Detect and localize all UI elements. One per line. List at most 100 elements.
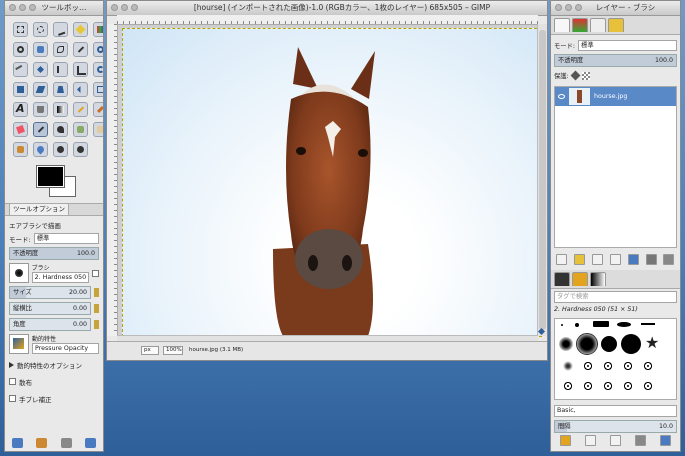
refresh-brushes-icon[interactable] [660, 435, 671, 446]
bucket-fill-tool-icon[interactable] [33, 102, 48, 117]
color-picker-tool-icon[interactable] [73, 42, 88, 57]
aspect-slider[interactable]: 縦横比 0.00 [9, 302, 91, 315]
save-options-icon[interactable] [11, 438, 23, 448]
shear-tool-icon[interactable] [33, 82, 48, 97]
brush-preset[interactable] [603, 361, 613, 371]
visibility-eye-icon[interactable] [558, 94, 565, 99]
brush-preset[interactable] [575, 323, 579, 327]
size-reset-icon[interactable] [94, 288, 99, 297]
vertical-ruler[interactable] [107, 24, 118, 336]
raise-layer-icon[interactable] [592, 254, 604, 265]
opacity-slider[interactable]: 不透明度 100.0 [9, 247, 99, 260]
move-tool-icon[interactable] [33, 62, 48, 77]
tab-undo-icon[interactable] [608, 18, 624, 32]
brush-link-checkbox[interactable] [92, 269, 99, 277]
zoom-icon[interactable] [575, 4, 582, 11]
eraser-tool-icon[interactable] [13, 122, 28, 137]
tab-tool-options[interactable]: ツールオプション [9, 204, 69, 215]
minimize-icon[interactable] [121, 4, 128, 11]
blur-tool-icon[interactable] [33, 142, 48, 157]
brush-tag-filter[interactable]: タグで検索 [554, 291, 677, 303]
unit-select[interactable]: px [141, 346, 159, 355]
tab-paths-icon[interactable] [590, 18, 606, 32]
ink-tool-icon[interactable] [53, 122, 68, 137]
reset-options-icon[interactable] [85, 438, 97, 448]
brush-preset[interactable] [643, 381, 653, 391]
lock-alpha-icon[interactable] [581, 71, 590, 80]
zoom-icon[interactable] [29, 4, 36, 11]
lock-pixels-icon[interactable] [570, 70, 581, 81]
rect-select-tool-icon[interactable] [13, 22, 28, 37]
zoom-select[interactable]: 100% [163, 346, 183, 355]
anchor-layer-icon[interactable] [645, 254, 657, 265]
perspective-clone-tool-icon[interactable] [13, 142, 28, 157]
duplicate-layer-icon[interactable] [627, 254, 639, 265]
tab-channels-icon[interactable] [572, 18, 588, 32]
brush-preset[interactable] [603, 381, 613, 391]
delete-brush-icon[interactable] [635, 435, 646, 446]
layer-row[interactable]: hourse.jpg [555, 87, 676, 106]
horizontal-ruler[interactable] [117, 15, 538, 25]
new-layer-icon[interactable] [556, 254, 568, 265]
rotate-tool-icon[interactable] [93, 62, 103, 77]
brush-preset[interactable] [621, 334, 641, 354]
scissors-tool-icon[interactable] [13, 42, 28, 57]
crop-tool-icon[interactable] [73, 62, 88, 77]
dynamics-preview-button[interactable] [9, 334, 29, 354]
image-titlebar[interactable]: [hourse] (インポートされた画像)-1.0 (RGBカラー、1枚のレイヤ… [107, 1, 547, 16]
mode-select[interactable]: 標準 [33, 233, 99, 244]
text-tool-icon[interactable]: A [13, 102, 28, 117]
angle-slider[interactable]: 角度 0.00 [9, 318, 91, 331]
brush-preset[interactable] [643, 361, 653, 371]
close-icon[interactable] [555, 4, 562, 11]
airbrush-tool-icon[interactable] [33, 122, 48, 137]
foreground-select-tool-icon[interactable] [33, 42, 48, 57]
size-slider[interactable]: サイズ 20.00 [9, 286, 91, 299]
new-brush-icon[interactable] [585, 435, 596, 446]
angle-reset-icon[interactable] [94, 320, 99, 329]
brush-preset[interactable] [583, 381, 593, 391]
smooth-checkbox[interactable] [9, 395, 16, 402]
brush-preset[interactable] [623, 361, 633, 371]
brush-preset[interactable] [623, 381, 633, 391]
brush-preview-button[interactable] [9, 263, 29, 283]
tab-patterns-icon[interactable] [572, 272, 588, 286]
perspective-tool-icon[interactable] [53, 82, 68, 97]
scatter-checkbox[interactable] [9, 378, 16, 385]
vertical-scroll-thumb[interactable] [539, 30, 546, 330]
preset-select[interactable]: Basic, [554, 405, 677, 417]
horse-image[interactable] [122, 28, 542, 337]
delete-options-icon[interactable] [60, 438, 72, 448]
align-tool-icon[interactable] [53, 62, 68, 77]
expander-triangle-icon[interactable] [9, 361, 14, 368]
brush-preset[interactable] [563, 361, 573, 371]
paintbrush-tool-icon[interactable] [93, 102, 103, 117]
brush-preset-selected[interactable] [576, 333, 598, 355]
layer-list[interactable]: hourse.jpg [554, 86, 677, 248]
tab-gradients-icon[interactable] [590, 272, 606, 286]
star-brush-icon[interactable]: ★ [645, 335, 659, 351]
dodge-burn-tool-icon[interactable] [73, 142, 88, 157]
vertical-scrollbar[interactable] [537, 24, 547, 336]
color-select-tool-icon[interactable] [93, 22, 103, 37]
foreground-color-swatch[interactable] [36, 165, 65, 188]
layer-name[interactable]: hourse.jpg [594, 93, 627, 100]
delete-layer-icon[interactable] [663, 254, 675, 265]
zoom-tool-icon[interactable] [93, 42, 103, 57]
tab-layers-icon[interactable] [554, 18, 570, 32]
smudge-tool-icon[interactable] [53, 142, 68, 157]
canvas-area[interactable] [118, 25, 542, 337]
dynamics-name-field[interactable]: Pressure Opacity [32, 343, 99, 354]
restore-options-icon[interactable] [36, 438, 48, 448]
ellipse-select-tool-icon[interactable] [33, 22, 48, 37]
layer-opacity-slider[interactable]: 不透明度 100.0 [554, 54, 677, 67]
paths-tool-icon[interactable] [53, 42, 68, 57]
brush-name-field[interactable]: 2. Hardness 050 [31, 272, 90, 283]
window-controls[interactable] [555, 4, 582, 11]
brush-preset[interactable] [593, 321, 609, 327]
flip-tool-icon[interactable] [73, 82, 88, 97]
window-controls[interactable] [111, 4, 138, 11]
close-icon[interactable] [111, 4, 118, 11]
aspect-reset-icon[interactable] [94, 304, 99, 313]
zoom-icon[interactable] [131, 4, 138, 11]
